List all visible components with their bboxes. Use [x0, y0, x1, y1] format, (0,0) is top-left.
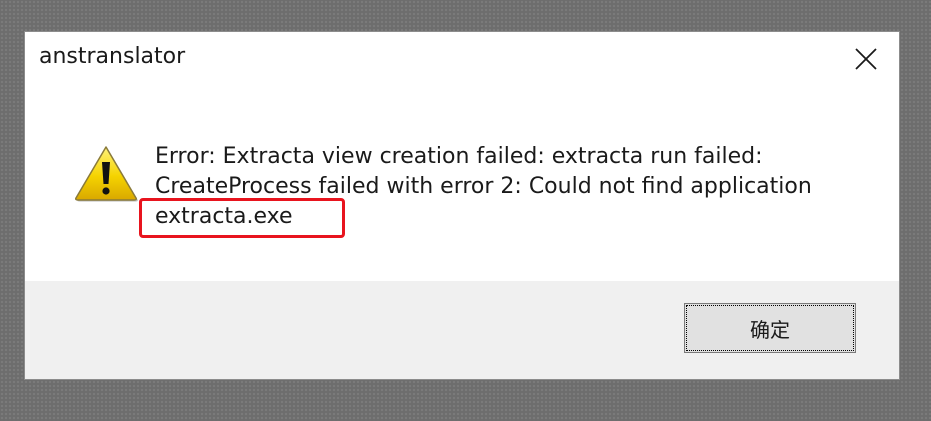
warning-icon: [75, 146, 138, 202]
ok-button[interactable]: 确定: [684, 303, 856, 353]
close-button[interactable]: [833, 32, 899, 86]
dialog-title: anstranslator: [39, 44, 186, 69]
error-dialog: anstranslator Error: Extracta view creat…: [24, 31, 900, 380]
highlight-annotation: [139, 198, 345, 238]
dialog-footer: 确定: [25, 281, 899, 379]
message-line: Error: Extracta view creation failed: ex…: [155, 144, 763, 169]
close-icon: [855, 48, 877, 70]
